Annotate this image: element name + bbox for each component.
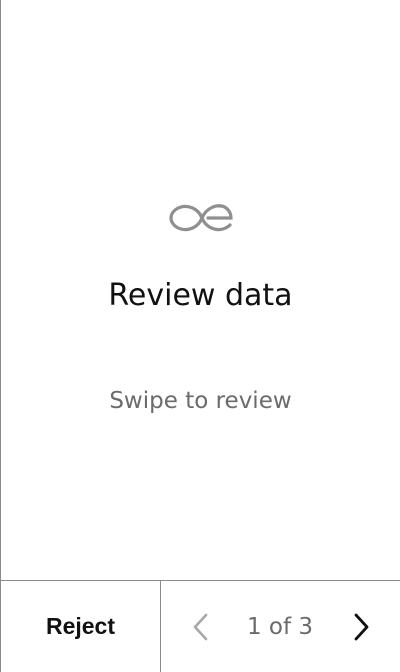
- chevron-right-icon: [354, 613, 369, 641]
- chevron-left-icon: [193, 613, 208, 641]
- ae-logo-icon: [1, 198, 400, 238]
- previous-page-button[interactable]: [183, 610, 219, 644]
- reject-button-label: Reject: [45, 613, 116, 639]
- bottom-toolbar: Reject 1 of 3: [1, 580, 400, 672]
- next-page-button[interactable]: [343, 610, 379, 644]
- reject-button[interactable]: Reject: [1, 581, 161, 672]
- swipe-hint: Swipe to review: [109, 388, 292, 414]
- review-content[interactable]: Review data Swipe to review: [1, 0, 400, 580]
- page-title: Review data: [108, 278, 293, 313]
- page-indicator: 1 of 3: [246, 614, 314, 640]
- pager: 1 of 3: [161, 581, 400, 672]
- review-screen: Review data Swipe to review Reject 1 of …: [0, 0, 400, 672]
